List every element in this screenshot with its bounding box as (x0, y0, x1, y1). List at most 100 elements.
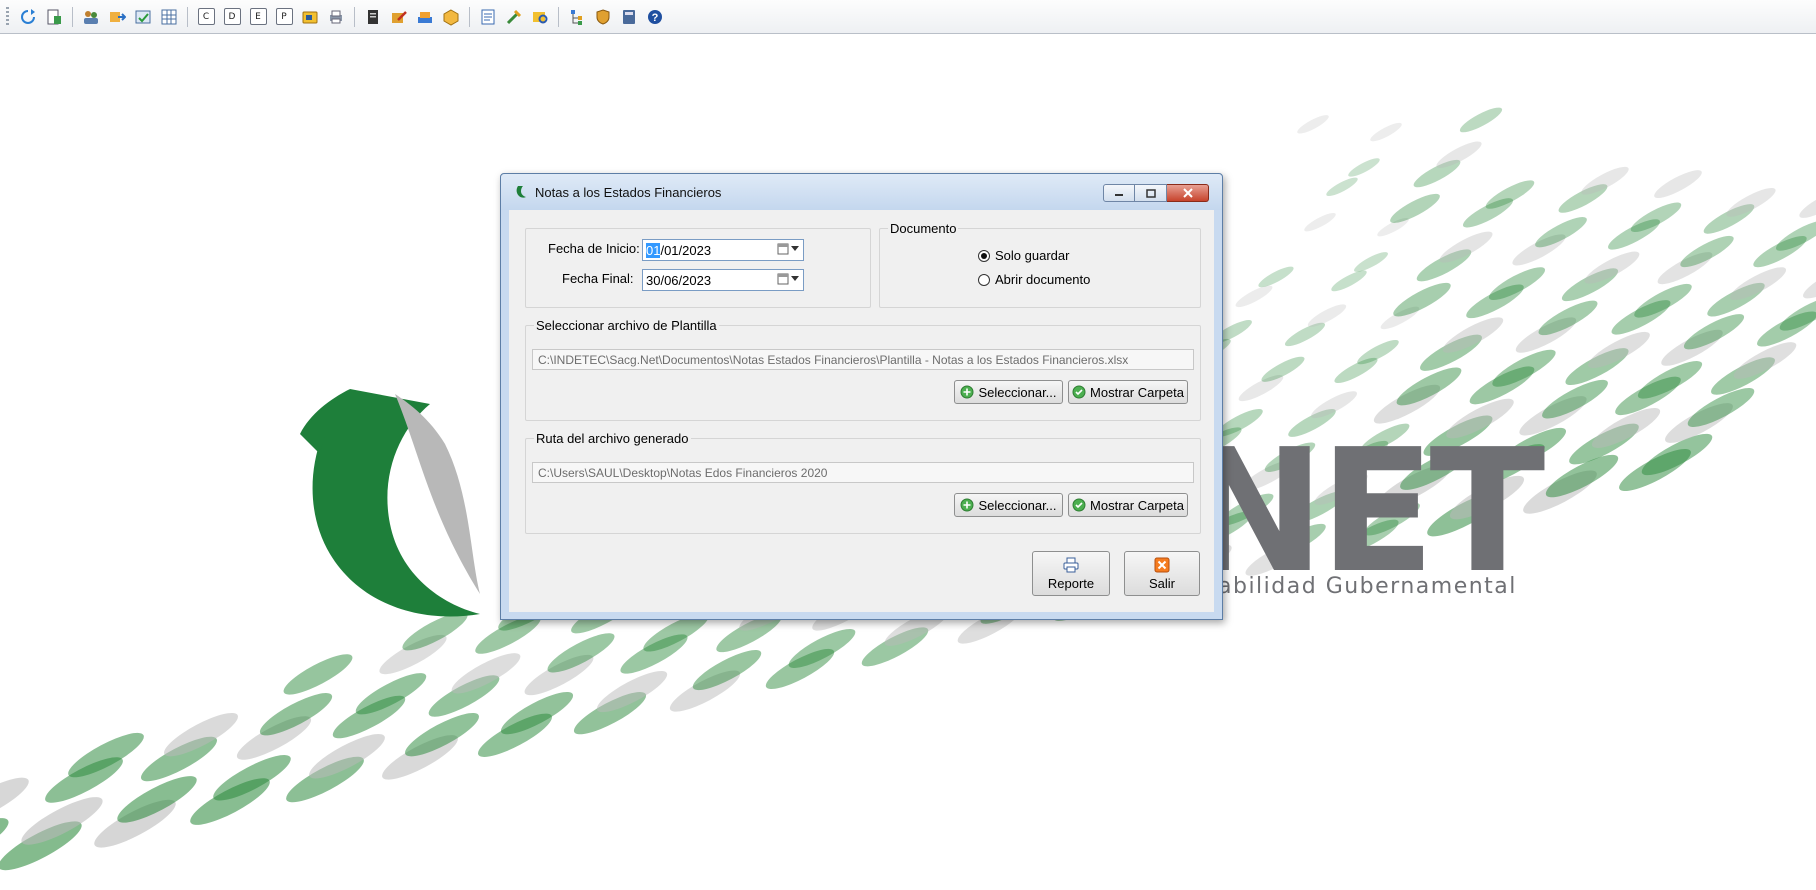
logo-subtitle: abilidad Gubernamental (1218, 574, 1517, 599)
print-icon[interactable] (325, 6, 347, 28)
help-icon[interactable]: ? (644, 6, 666, 28)
wave-dash (1803, 265, 1816, 299)
document-icon[interactable] (43, 6, 65, 28)
wave-dash (1436, 141, 1482, 168)
fecha-inicio-value: 01/01/2023 (646, 243, 712, 258)
wave-dash (1488, 267, 1546, 301)
salir-label: Salir (1148, 575, 1175, 591)
logo-leaf-icon (300, 389, 480, 617)
calendar-dropdown-icon[interactable] (777, 273, 799, 285)
import-icon[interactable] (106, 6, 128, 28)
wave-dash (1442, 317, 1504, 353)
folder-tag-icon[interactable] (299, 6, 321, 28)
documento-group: Documento Solo guardar Abrir documento (879, 221, 1201, 308)
radio-solo-guardar[interactable]: Solo guardar (978, 248, 1069, 263)
maximize-button[interactable] (1135, 184, 1167, 202)
minimize-icon (1115, 194, 1123, 196)
letter-e-button[interactable]: E (247, 6, 269, 28)
salir-button[interactable]: Salir (1124, 551, 1200, 596)
letter-e-label: E (249, 8, 267, 25)
ruta-group-title: Ruta del archivo generado (534, 431, 691, 446)
mostrar-carpeta-ruta-button[interactable]: Mostrar Carpeta (1068, 493, 1188, 517)
wave-dash (1726, 187, 1776, 217)
package-icon[interactable] (440, 6, 462, 28)
seleccionar-plantilla-button[interactable]: Seleccionar... (954, 380, 1063, 404)
radio-selected-icon (978, 249, 990, 262)
reporte-button[interactable]: Reporte (1032, 551, 1110, 596)
edit-icon[interactable] (388, 6, 410, 28)
add-icon (960, 498, 974, 512)
wave-dash (283, 654, 353, 695)
seleccionar-ruta-button[interactable]: Seleccionar... (954, 493, 1063, 517)
wave-dash (1485, 180, 1535, 209)
ruta-group: Ruta del archivo generado C:\Users\SAUL\… (525, 431, 1201, 534)
fecha-final-label: Fecha Final: (562, 271, 634, 286)
tools-icon[interactable] (503, 6, 525, 28)
dialog-titlebar[interactable]: Notas a los Estados Financieros (501, 174, 1222, 210)
wave-dash (1799, 189, 1816, 218)
radio-abrir-documento[interactable]: Abrir documento (978, 272, 1090, 287)
refresh-icon[interactable] (17, 6, 39, 28)
wave-dash (1535, 217, 1587, 248)
wave-dash (1297, 115, 1329, 134)
mostrar-carpeta-label: Mostrar Carpeta (1090, 497, 1184, 513)
letter-d-button[interactable]: D (221, 6, 243, 28)
maximize-icon (1145, 188, 1156, 198)
minimize-button[interactable] (1103, 184, 1135, 202)
toolbar-separator (558, 6, 559, 27)
radio-abrir-label: Abrir documento (995, 272, 1091, 287)
fecha-final-picker[interactable]: 30/06/2023 (642, 269, 804, 291)
wave-dash (1390, 193, 1440, 223)
dialog-title: Notas a los Estados Financieros (535, 185, 722, 200)
wave-dash (1304, 212, 1336, 232)
check-icon (1072, 498, 1086, 512)
clipboard-icon[interactable] (362, 6, 384, 28)
wave-dash (1326, 177, 1358, 197)
wave-dash (1348, 158, 1380, 177)
stack-icon[interactable] (414, 6, 436, 28)
wave-dash (1729, 267, 1787, 301)
add-icon (960, 385, 974, 399)
dialog-client: Fecha de Inicio: 01/01/2023 Fecha Final:… (509, 210, 1214, 612)
mostrar-carpeta-label: Mostrar Carpeta (1090, 384, 1184, 400)
wave-dash (1654, 170, 1702, 199)
wave-dash (1584, 251, 1640, 284)
wave-dash (1370, 122, 1402, 142)
wave-dash (1459, 107, 1503, 133)
wave-dash (1581, 166, 1629, 195)
ruta-path-field[interactable]: C:\Users\SAUL\Desktop\Notas Edos Financi… (532, 462, 1194, 483)
wave-dash (1258, 266, 1294, 288)
shield-icon[interactable] (592, 6, 614, 28)
wave-dash (1634, 283, 1692, 318)
main-toolbar: C D E P ? (0, 0, 1816, 34)
wave-dash (1680, 235, 1734, 268)
letter-p-button[interactable]: P (273, 6, 295, 28)
toolbar-separator (187, 6, 188, 27)
close-button[interactable] (1167, 184, 1209, 202)
plantilla-path-field[interactable]: C:\INDETEC\Sacg.Net\Documentos\Notas Est… (532, 349, 1194, 370)
search-folder-icon[interactable] (529, 6, 551, 28)
hierarchy-icon[interactable] (566, 6, 588, 28)
calendar-dropdown-icon[interactable] (777, 243, 799, 255)
letter-c-button[interactable]: C (195, 6, 217, 28)
wave-dash (1393, 282, 1451, 317)
exit-icon (1154, 557, 1170, 572)
toolbar-separator (469, 6, 470, 27)
letter-p-label: P (275, 8, 293, 25)
notes-icon[interactable] (477, 6, 499, 28)
check-list-icon[interactable] (132, 6, 154, 28)
wave-dash (1630, 202, 1682, 233)
svg-text:?: ? (652, 12, 659, 24)
logo-text: NET (1183, 413, 1545, 611)
fecha-final-value: 30/06/2023 (646, 273, 712, 288)
fecha-inicio-picker[interactable]: 01/01/2023 (642, 239, 804, 261)
radio-solo-guardar-label: Solo guardar (995, 248, 1070, 263)
grid-icon[interactable] (158, 6, 180, 28)
users-icon[interactable] (80, 6, 102, 28)
toolbar-grip[interactable] (6, 6, 9, 27)
wave-dash (1357, 340, 1399, 365)
wave-dash (1331, 270, 1367, 292)
fecha-inicio-label: Fecha de Inicio: (548, 241, 640, 256)
mostrar-carpeta-plantilla-button[interactable]: Mostrar Carpeta (1068, 380, 1188, 404)
calculator-icon[interactable] (618, 6, 640, 28)
